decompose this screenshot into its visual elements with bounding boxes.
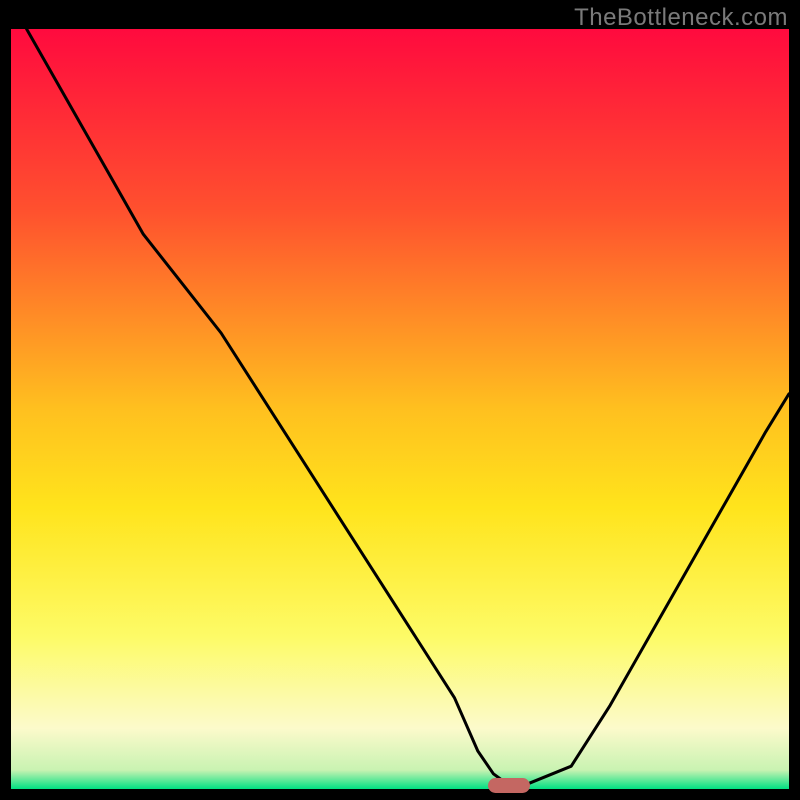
chart-frame bbox=[11, 29, 789, 789]
watermark-text: TheBottleneck.com bbox=[574, 4, 788, 32]
gradient-background bbox=[11, 29, 789, 789]
bottleneck-chart bbox=[11, 29, 789, 789]
